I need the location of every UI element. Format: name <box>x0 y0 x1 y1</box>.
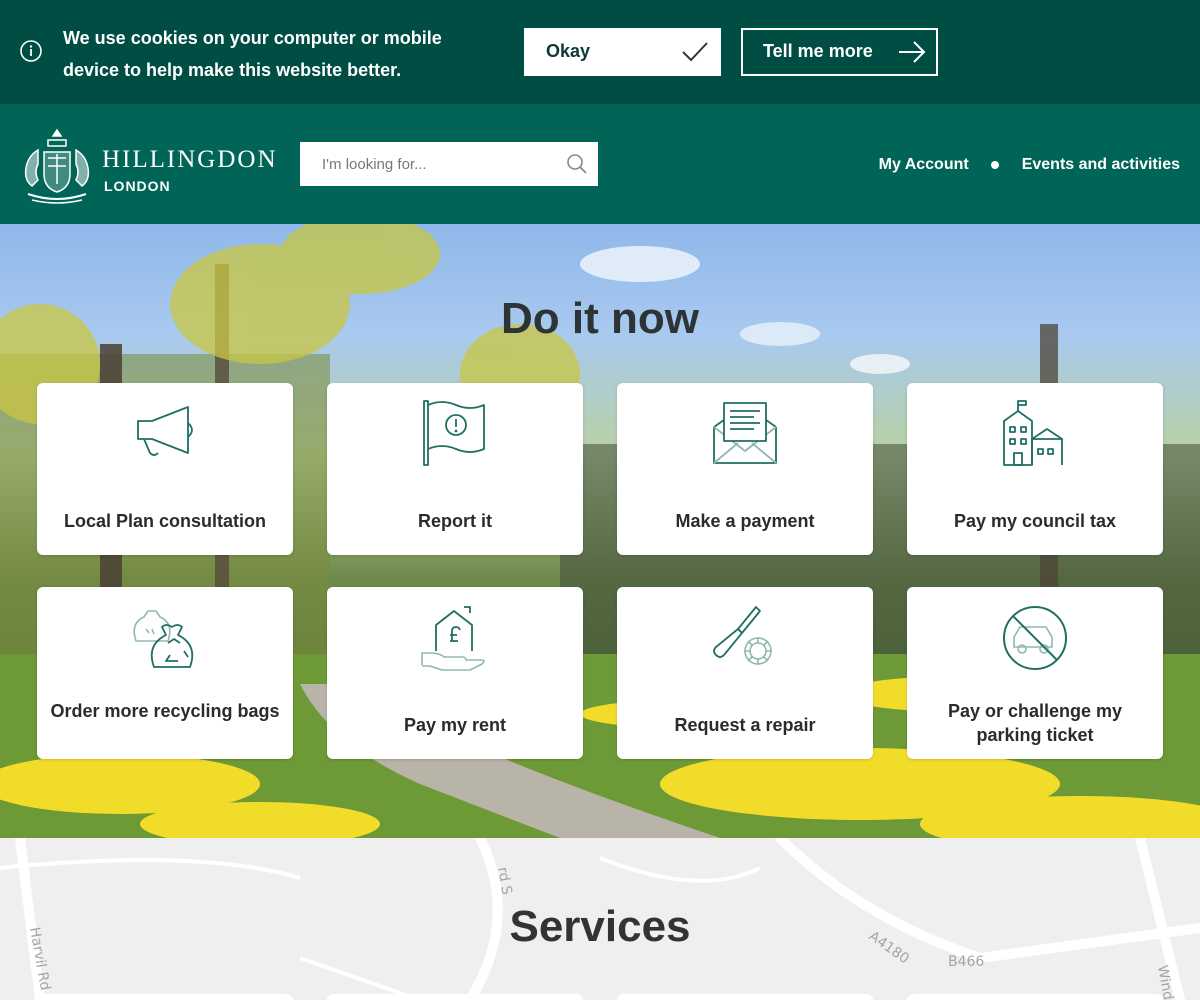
card-order-more-recycling-bags[interactable]: Order more recycling bags <box>37 587 293 759</box>
card-label: Local Plan consultation <box>63 511 267 531</box>
card-label: Pay my rent <box>403 715 507 735</box>
tell-me-more-label: Tell me more <box>763 41 873 61</box>
card-pay-my-council-tax[interactable]: Pay my council tax <box>907 383 1163 555</box>
cookie-banner: We use cookies on your computer or mobil… <box>0 0 1200 104</box>
info-icon <box>20 40 42 62</box>
no-parking-car-icon <box>1003 606 1067 670</box>
logo-subtitle: LONDON <box>104 178 171 194</box>
card-request-a-repair[interactable]: Request a repair <box>617 587 873 759</box>
tools-icon <box>713 606 772 665</box>
house-hand-icon <box>421 606 485 671</box>
service-card[interactable] <box>327 994 583 1000</box>
services-heading: Services <box>509 902 691 951</box>
do-it-now-heading: Do it now <box>501 294 699 343</box>
services-section: Harvil Rd A4180 B466 Wind rd S Services <box>0 838 1200 1000</box>
do-it-now-section: Do it now Local Plan consultation Report… <box>0 224 1200 838</box>
service-card[interactable] <box>907 994 1163 1000</box>
okay-button-label: Okay <box>546 41 591 61</box>
card-label: Pay or challenge my parking ticket <box>947 701 1123 745</box>
hillingdon-logo[interactable]: HILLINGDON LONDON <box>18 126 283 206</box>
map-label: B466 <box>948 954 984 970</box>
card-report-it[interactable]: Report it <box>327 383 583 555</box>
service-card[interactable] <box>37 994 293 1000</box>
recycling-bags-icon <box>133 610 194 668</box>
logo-wordmark: HILLINGDON <box>102 146 278 173</box>
site-header: HILLINGDON LONDON My Account Events and … <box>0 104 1200 224</box>
checkmark-icon <box>682 42 708 62</box>
card-pay-my-rent[interactable]: Pay my rent <box>327 587 583 759</box>
nav-my-account[interactable]: My Account <box>879 156 969 174</box>
card-label: Make a payment <box>675 511 815 531</box>
card-make-a-payment[interactable]: Make a payment <box>617 383 873 555</box>
search-icon[interactable] <box>566 153 588 175</box>
arrow-right-icon <box>899 41 926 63</box>
okay-button[interactable]: Okay <box>524 28 721 76</box>
flag-alert-icon <box>423 400 485 466</box>
coat-of-arms-icon <box>24 128 90 204</box>
card-pay-or-challenge-parking-ticket[interactable]: Pay or challenge my parking ticket <box>907 587 1163 759</box>
card-label: Request a repair <box>674 715 816 735</box>
town-hall-icon <box>1003 400 1063 466</box>
card-label: Report it <box>418 511 492 531</box>
nav-events-and-activities[interactable]: Events and activities <box>1022 156 1180 174</box>
header-nav: My Account Events and activities <box>879 156 1180 174</box>
envelope-letter-icon <box>713 402 777 464</box>
nav-separator <box>990 161 999 169</box>
service-card[interactable] <box>617 994 873 1000</box>
search-box <box>300 142 598 186</box>
card-label: Order more recycling bags <box>50 701 280 721</box>
cookie-message: We use cookies on your computer or mobil… <box>63 28 442 80</box>
megaphone-icon <box>137 406 193 456</box>
tell-me-more-button[interactable]: Tell me more <box>741 28 938 76</box>
card-local-plan-consultation[interactable]: Local Plan consultation <box>37 383 293 555</box>
search-input[interactable] <box>300 142 550 186</box>
card-label: Pay my council tax <box>953 511 1117 531</box>
